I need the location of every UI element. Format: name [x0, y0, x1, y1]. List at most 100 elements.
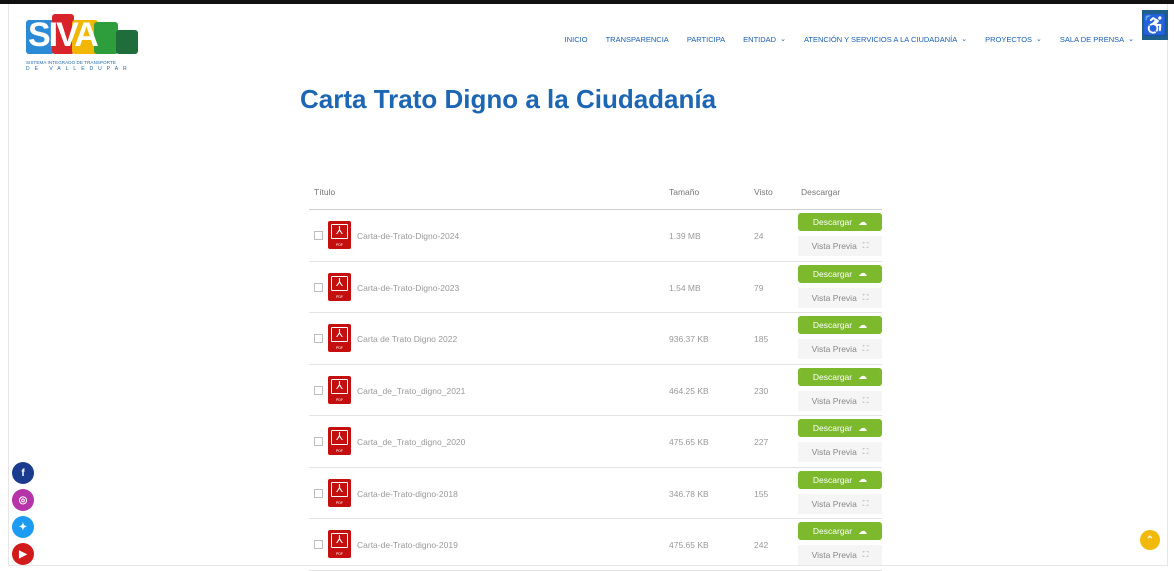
nav-item-sala-de-prensa[interactable]: SALA DE PRENSA ⌄ [1060, 33, 1134, 45]
view-count: 79 [754, 282, 764, 293]
table-row: ⅄ PDF Carta-de-Trato-digno-2018 346.78 KB… [309, 468, 882, 519]
file-size: 475.65 KB [669, 437, 709, 447]
nav-item-inicio[interactable]: INICIO [565, 33, 588, 45]
chevron-down-icon: ⌄ [1036, 36, 1042, 43]
preview-label: Vista Previa [811, 447, 857, 457]
file-name[interactable]: Carta_de_Trato_digno_2021 [357, 386, 465, 396]
table-row: ⅄ PDF Carta_de_Trato_digno_2020 475.65 KB… [309, 416, 882, 468]
preview-button[interactable]: Vista Previa ⛶ [798, 545, 882, 565]
download-button[interactable]: Descargar ☁ [798, 522, 882, 540]
file-name[interactable]: Carta-de-Trato-digno-2019 [357, 540, 458, 550]
file-size: 1.54 MB [669, 282, 701, 293]
download-button[interactable]: Descargar ☁ [798, 367, 882, 386]
row-checkbox[interactable] [314, 334, 323, 343]
file-name[interactable]: Carta-de-Trato-Digno-2023 [357, 283, 459, 293]
file-name[interactable]: Carta-de-Trato-Digno-2024 [357, 231, 459, 241]
table-row: ⅄ PDF Carta de Trato Digno 2022 936.37 KB… [309, 313, 882, 365]
twitter-icon[interactable]: ✦ [12, 516, 34, 538]
nav-item-transparencia[interactable]: TRANSPARENCIA [606, 33, 669, 45]
download-label: Descargar [812, 268, 853, 279]
view-count: 227 [754, 437, 769, 447]
header-title: Título [314, 187, 336, 197]
download-button[interactable]: Descargar ☁ [798, 213, 882, 231]
file-size: 475.65 KB [669, 540, 709, 550]
download-label: Descargar [812, 371, 853, 382]
row-checkbox[interactable] [314, 282, 323, 292]
file-name[interactable]: Carta_de_Trato_digno_2020 [357, 437, 465, 447]
download-label: Descargar [812, 526, 853, 536]
row-checkbox[interactable] [314, 385, 323, 395]
instagram-icon[interactable]: ◎ [12, 489, 34, 511]
page-title: Carta Trato Digno a la Ciudadanía [300, 84, 717, 114]
preview-label: Vista Previa [811, 498, 857, 509]
file-name[interactable]: Carta-de-Trato-digno-2018 [357, 489, 458, 499]
chevron-down-icon: ⌄ [961, 36, 968, 43]
chevron-up-icon: ⌃ [1145, 534, 1155, 546]
view-count: 230 [754, 385, 769, 396]
expand-icon: ⛶ [862, 447, 869, 456]
chevron-down-icon: ⌄ [1128, 36, 1134, 43]
pdf-file-icon: ⅄ PDF [328, 221, 351, 249]
cloud-download-icon: ☁ [858, 319, 868, 330]
preview-button[interactable]: Vista Previa ⛶ [798, 390, 882, 411]
expand-icon: ⛶ [862, 395, 869, 405]
download-button[interactable]: Descargar ☁ [798, 264, 882, 283]
row-checkbox[interactable] [314, 437, 323, 446]
preview-label: Vista Previa [811, 292, 857, 303]
header-download: Descargar [801, 187, 841, 197]
file-size: 346.78 KB [669, 488, 709, 499]
preview-label: Vista Previa [811, 395, 857, 406]
file-name[interactable]: Carta de Trato Digno 2022 [357, 334, 457, 344]
cloud-download-icon: ☁ [858, 525, 868, 536]
siva-logo[interactable]: SIVA SISTEMA INTEGRADO DE TRANSPORTE DE … [24, 10, 142, 72]
nav-item-proyectos[interactable]: PROYECTOS ⌄ [985, 33, 1042, 45]
view-count: 242 [754, 540, 769, 550]
preview-label: Vista Previa [811, 344, 857, 354]
cloud-download-icon: ☁ [858, 268, 868, 278]
cloud-download-icon: ☁ [858, 216, 868, 227]
pdf-file-icon: ⅄ PDF [328, 478, 351, 507]
preview-button[interactable]: Vista Previa ⛶ [798, 287, 882, 308]
header-size: Tamaño [669, 187, 700, 197]
logo-block-bus [116, 30, 138, 54]
preview-button[interactable]: Vista Previa ⛶ [798, 236, 882, 256]
row-checkbox[interactable] [314, 488, 323, 498]
chevron-down-icon: ⌄ [780, 36, 786, 43]
nav-item-entidad[interactable]: ENTIDAD ⌄ [743, 33, 786, 45]
table-row: ⅄ PDF Carta-de-Trato-Digno-2024 1.39 MB 2… [309, 210, 882, 262]
download-button[interactable]: Descargar ☁ [798, 316, 882, 334]
youtube-icon[interactable]: ▶ [12, 543, 34, 565]
pdf-file-icon: ⅄ PDF [328, 427, 351, 455]
table-row: ⅄ PDF Carta-de-Trato-Digno-2023 1.54 MB 7… [309, 262, 882, 313]
logo-block-a [94, 22, 118, 54]
wheelchair-icon[interactable]: ♿ [1142, 10, 1168, 40]
expand-icon: ⛶ [862, 241, 869, 250]
preview-button[interactable]: Vista Previa ⛶ [798, 339, 882, 359]
nav-item-participa[interactable]: PARTICIPA [687, 33, 725, 45]
file-size: 464.25 KB [669, 385, 709, 396]
download-label: Descargar [812, 217, 853, 227]
download-button[interactable]: Descargar ☁ [798, 470, 882, 489]
back-to-top-button[interactable]: ⌃ [1140, 530, 1160, 550]
table-row: ⅄ PDF Carta-de-Trato-digno-2019 475.65 KB… [309, 519, 882, 571]
cloud-download-icon: ☁ [858, 422, 868, 433]
view-count: 185 [754, 334, 769, 344]
logo-city: DE VALLEDUPAR [26, 66, 132, 72]
preview-button[interactable]: Vista Previa ⛶ [798, 493, 882, 514]
file-size: 1.39 MB [669, 231, 701, 241]
row-checkbox[interactable] [314, 231, 323, 240]
file-size: 936.37 KB [669, 334, 709, 344]
expand-icon: ⛶ [862, 344, 869, 353]
logo-subtitle: SISTEMA INTEGRADO DE TRANSPORTE [26, 60, 116, 65]
facebook-icon[interactable]: f [12, 462, 34, 484]
expand-icon: ⛶ [862, 292, 869, 302]
expand-icon: ⛶ [862, 550, 869, 559]
row-checkbox[interactable] [314, 540, 323, 549]
cloud-download-icon: ☁ [858, 371, 868, 381]
download-button[interactable]: Descargar ☁ [798, 419, 882, 437]
documents-table: Título Tamaño Visto Descargar ⅄ PDF Carta… [309, 180, 882, 571]
nav-item-atencion[interactable]: ATENCIÓN Y SERVICIOS A LA CIUDADANÍA ⌄ [804, 33, 967, 45]
view-count: 24 [754, 231, 764, 241]
preview-button[interactable]: Vista Previa ⛶ [798, 442, 882, 462]
pdf-file-icon: ⅄ PDF [328, 272, 351, 301]
